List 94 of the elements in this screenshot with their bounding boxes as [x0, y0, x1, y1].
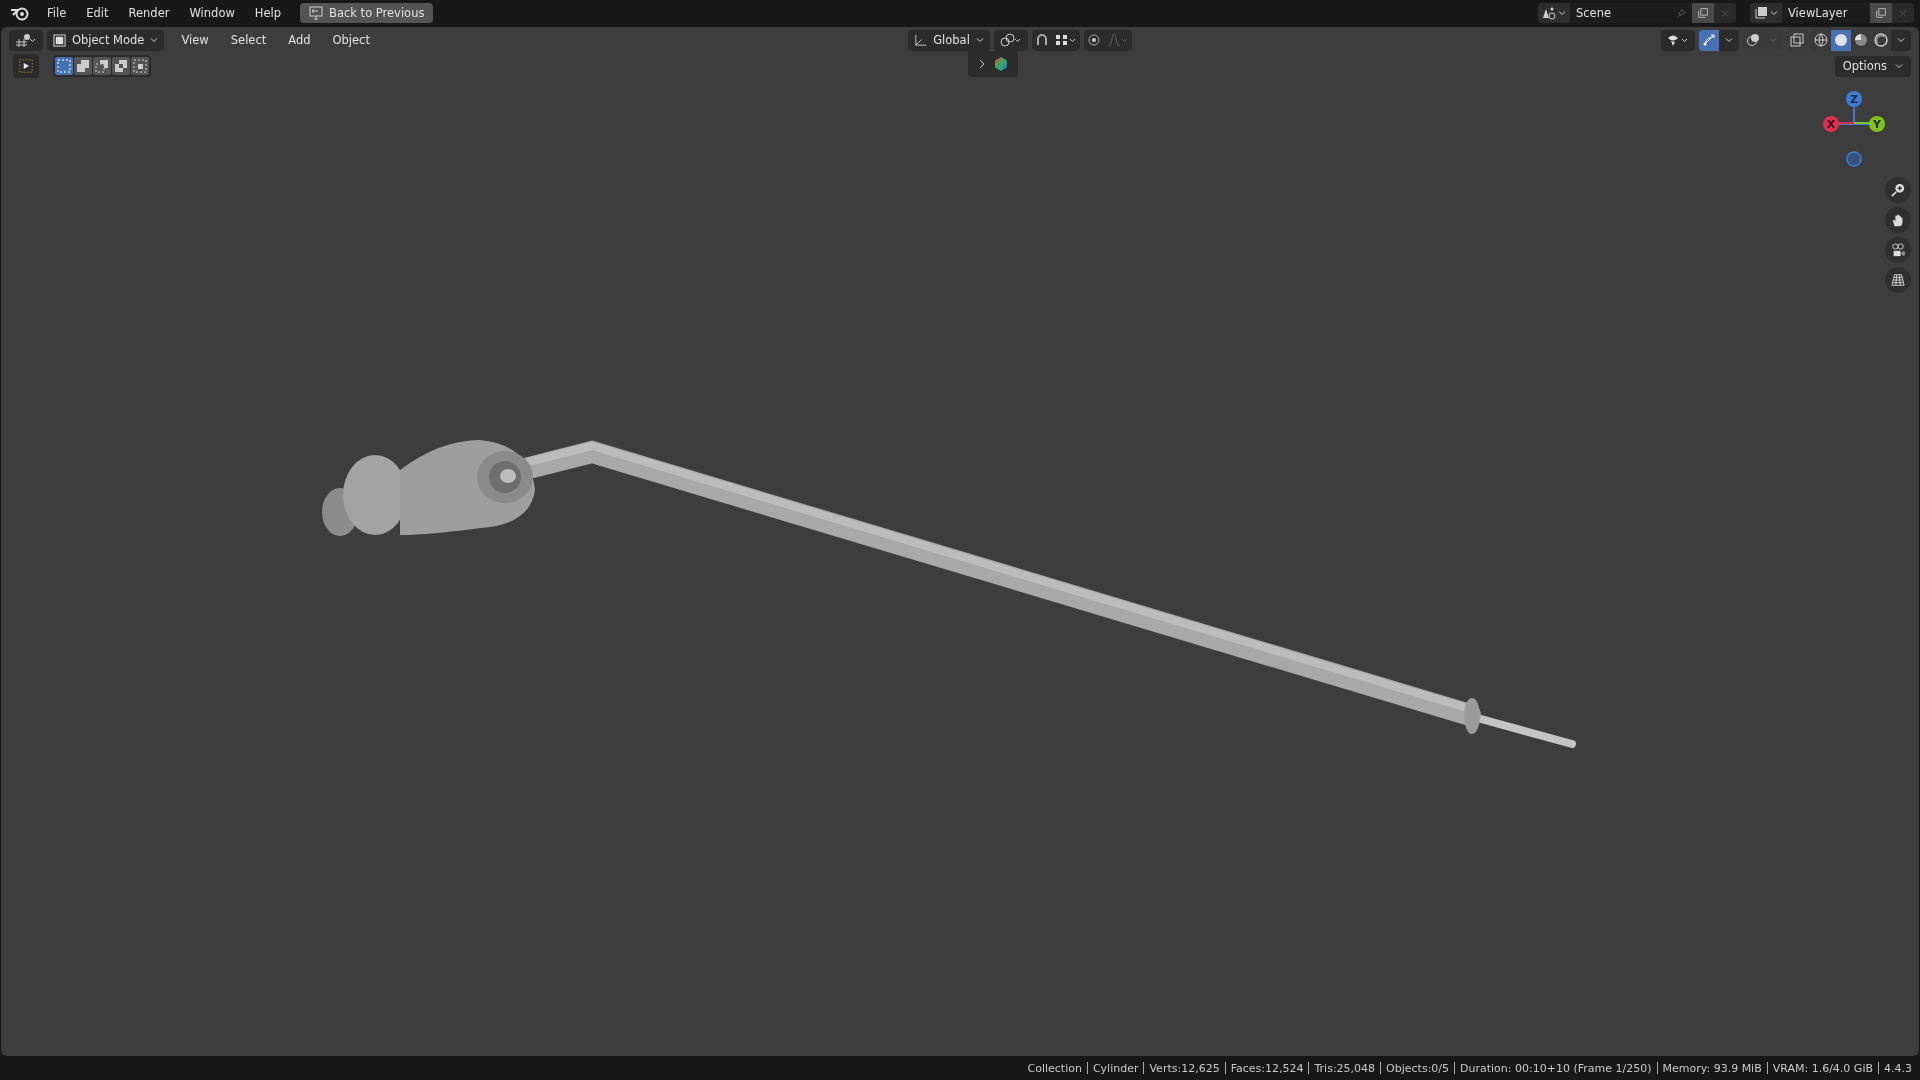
select-tool-button[interactable]	[13, 54, 39, 78]
copy-icon	[1876, 6, 1886, 20]
menu-item[interactable]: File	[38, 3, 76, 23]
menu-item[interactable]: Render	[119, 3, 179, 23]
pan-button[interactable]	[1885, 207, 1911, 233]
menu-item[interactable]: Select	[221, 30, 276, 50]
cube-icon	[53, 33, 66, 47]
chevron-icon	[1897, 36, 1905, 44]
visibility-dropdown[interactable]	[1661, 29, 1695, 51]
status-text: Duration: 00:10+10 (Frame 1/250)	[1460, 1061, 1652, 1075]
hand-icon	[1891, 212, 1905, 228]
status-text: Verts:12,625	[1149, 1061, 1220, 1075]
camera-view-button[interactable]	[1885, 237, 1911, 263]
xray-icon	[1790, 33, 1804, 47]
options-dropdown[interactable]: Options	[1834, 55, 1911, 77]
chevron-icon	[1770, 9, 1778, 17]
menu-item[interactable]: Edit	[77, 3, 118, 23]
status-text: Memory: 93.9 MiB	[1662, 1061, 1762, 1075]
gizmo-icon	[1702, 33, 1716, 47]
status-text: Faces:12,524	[1230, 1061, 1304, 1075]
grid-icon	[1891, 272, 1905, 288]
menu-item[interactable]: View	[172, 30, 218, 50]
camera-icon	[1891, 242, 1905, 258]
gizmo-toggle[interactable]	[1699, 29, 1719, 51]
overlay-icon	[1746, 33, 1760, 47]
material-sphere-icon	[1854, 33, 1868, 47]
menu-item[interactable]: Add	[279, 30, 320, 50]
view-layer-field[interactable]: ViewLayer	[1782, 3, 1870, 23]
scene-icon	[1542, 6, 1556, 20]
target-icon	[1086, 33, 1101, 47]
status-text: Tris:25,048	[1314, 1061, 1376, 1075]
hexagon-icon	[993, 57, 1008, 71]
perspective-button[interactable]	[1885, 267, 1911, 293]
menu-item[interactable]: Window	[180, 3, 244, 23]
scene-field[interactable]: Scene	[1570, 3, 1670, 23]
cursor-icon	[19, 57, 33, 75]
magnet-icon	[1034, 33, 1049, 47]
view-layer-selector[interactable]	[1750, 3, 1782, 23]
pin-icon	[1676, 6, 1686, 20]
status-text: 4.4.3	[1884, 1061, 1912, 1075]
status-text: Collection	[1027, 1061, 1082, 1075]
chevron-icon	[975, 36, 984, 44]
editor-type-button[interactable]	[9, 29, 43, 51]
intersect-squares-icon	[133, 59, 147, 73]
selection-mode-button[interactable]	[55, 57, 73, 75]
zoom-button[interactable]	[1885, 177, 1911, 203]
menu-item[interactable]: Object	[323, 30, 379, 50]
shading-dropdown[interactable]	[1891, 29, 1911, 51]
status-text: Cylinder	[1092, 1061, 1139, 1075]
axes-icon	[15, 33, 37, 47]
zoom-icon	[1891, 182, 1905, 198]
orientation-dropdown[interactable]: Global	[908, 29, 990, 51]
duplicate-button[interactable]	[1692, 3, 1714, 23]
copy-icon	[1698, 6, 1708, 20]
snap-toggle[interactable]	[1031, 29, 1052, 51]
shading-button[interactable]	[1831, 29, 1851, 51]
axis-gizmo[interactable]: Z X Y	[1821, 87, 1891, 167]
dashed-square-icon	[57, 59, 71, 73]
invert-squares-icon	[114, 59, 128, 73]
snap-target-dropdown[interactable]	[1051, 29, 1080, 51]
wireframe-sphere-icon	[1814, 33, 1828, 47]
selection-mode-button[interactable]	[131, 57, 149, 75]
proportional-toggle[interactable]	[1083, 29, 1104, 51]
asset-shelf-tab[interactable]	[967, 51, 1018, 77]
curve-icon	[1106, 33, 1129, 47]
solid-sphere-icon	[1834, 33, 1848, 47]
close-icon	[1720, 7, 1730, 19]
chevron-icon	[150, 36, 159, 44]
rendered-sphere-icon	[1874, 33, 1888, 47]
chevron-right-icon	[977, 59, 986, 69]
union-squares-icon	[76, 59, 90, 73]
close-icon	[1898, 7, 1908, 19]
selection-mode-button[interactable]	[93, 57, 111, 75]
duplicate-button[interactable]	[1870, 3, 1892, 23]
eye-icon	[1667, 33, 1689, 47]
pivot-dropdown[interactable]	[993, 29, 1028, 51]
status-text: Objects:0/5	[1386, 1061, 1450, 1075]
subtract-squares-icon	[95, 59, 109, 73]
chevron-icon	[1895, 62, 1903, 70]
layers-icon	[1754, 6, 1768, 20]
scene-selector[interactable]	[1538, 3, 1570, 23]
chevron-icon	[1558, 9, 1566, 17]
selection-mode-button[interactable]	[112, 57, 130, 75]
menu-item[interactable]: Help	[245, 3, 291, 23]
monitor-icon	[309, 6, 324, 20]
status-text: VRAM: 1.6/4.0 GiB	[1772, 1061, 1873, 1075]
axes-icon	[914, 33, 928, 47]
back-button[interactable]: Back to Previous	[300, 3, 434, 23]
link-icon	[999, 33, 1022, 47]
app-logo-icon[interactable]	[10, 5, 30, 21]
chevron-icon	[1725, 36, 1733, 44]
grid-icon	[1054, 33, 1077, 47]
selection-mode-button[interactable]	[74, 57, 92, 75]
mode-dropdown[interactable]: Object Mode	[47, 29, 165, 51]
